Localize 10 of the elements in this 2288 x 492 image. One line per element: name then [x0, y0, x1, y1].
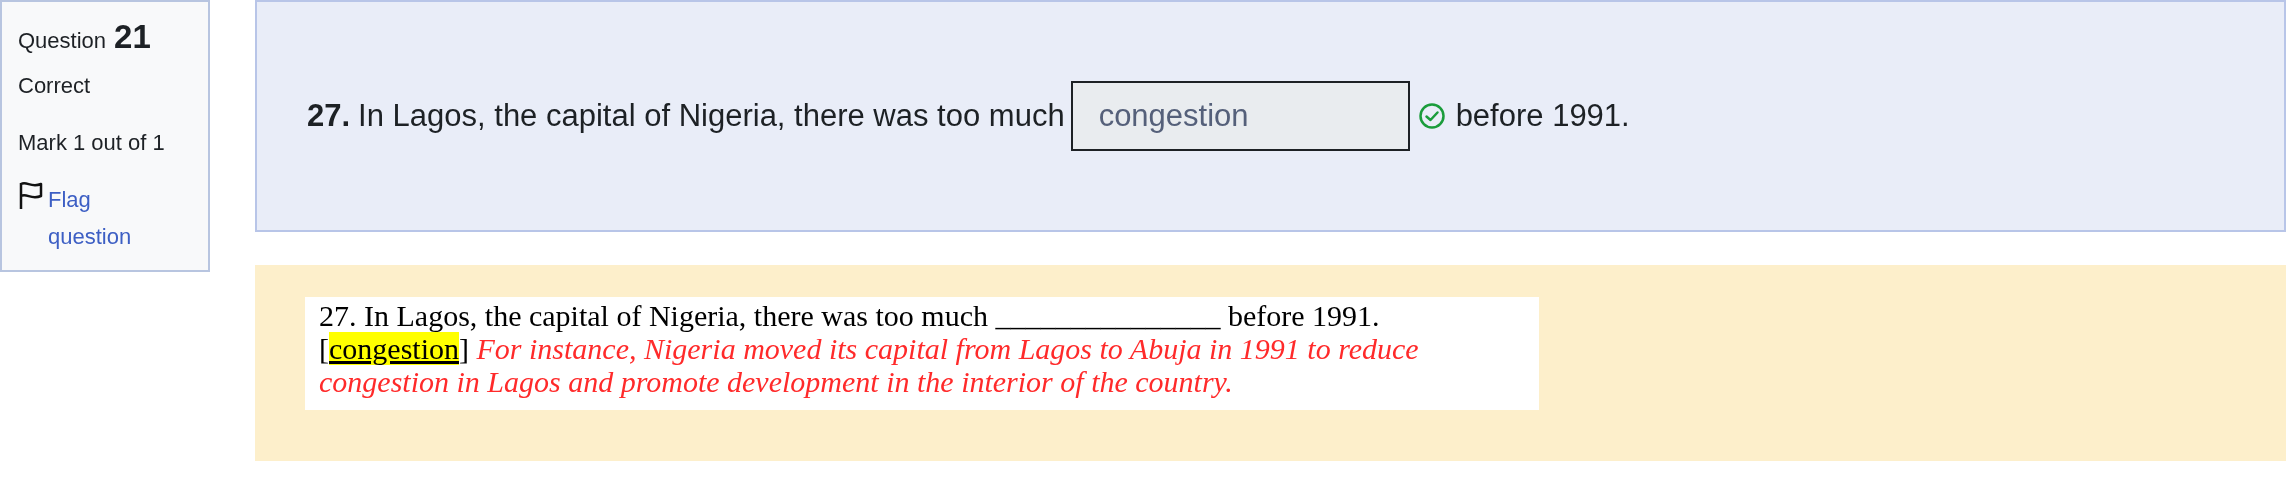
feedback-question-line: 27. In Lagos, the capital of Nigeria, there was too much _______________ before 1991.	[319, 299, 1381, 332]
question-number-label: 27.	[307, 96, 351, 135]
question-text: In Lagos, the capital of Nigeria, there was too much	[358, 96, 1065, 135]
question-mark: Mark 1 out of 1	[18, 129, 166, 157]
question-label: Question	[18, 27, 107, 55]
answer-field[interactable]: congestion	[1070, 81, 1410, 151]
question-state: Correct	[18, 72, 92, 100]
question-text-end: before 1991.	[1455, 96, 1630, 135]
flag-question-link[interactable]: Flag question	[48, 181, 148, 255]
question-number: 21	[114, 18, 151, 56]
